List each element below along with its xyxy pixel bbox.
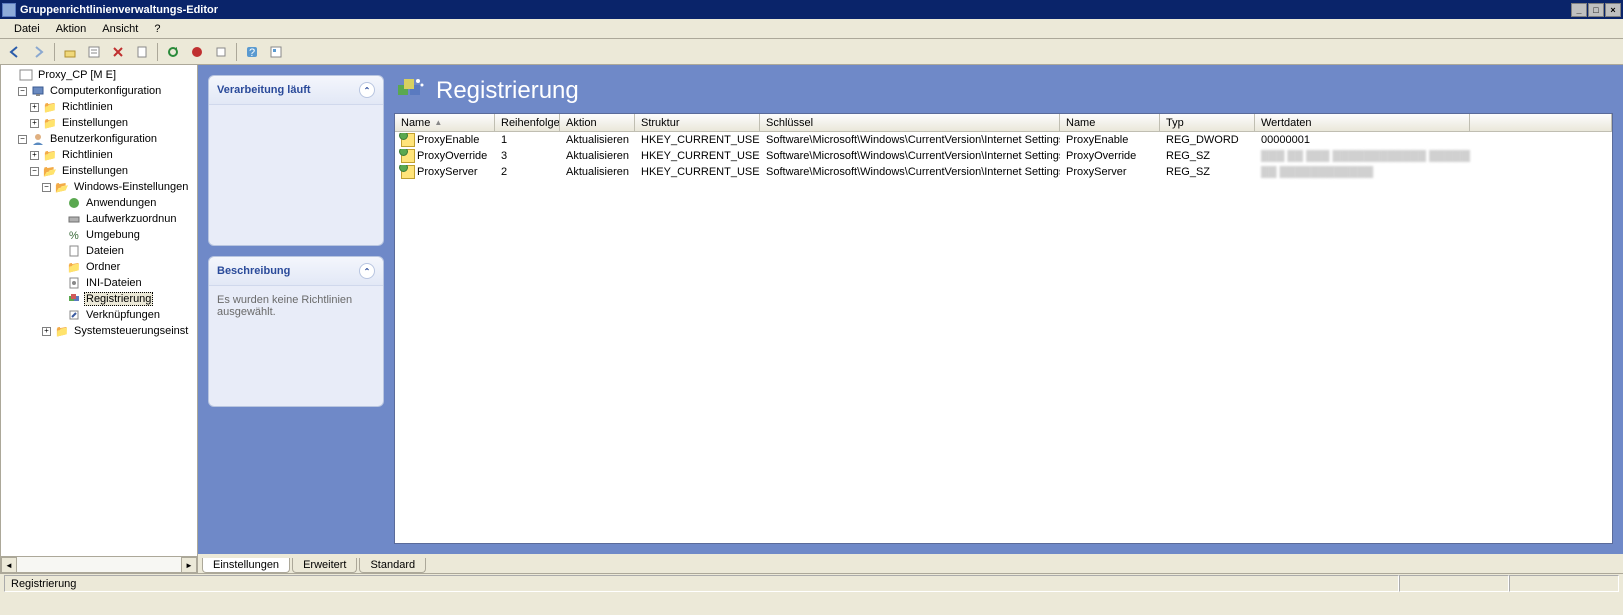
tree-user-settings[interactable]: −📂Einstellungen	[1, 163, 197, 179]
sort-asc-icon: ▲	[434, 118, 442, 127]
delete-icon[interactable]	[107, 41, 129, 63]
tab-settings[interactable]: Einstellungen	[202, 558, 290, 573]
col-name[interactable]: Name▲	[395, 114, 495, 131]
tree-control-panel[interactable]: +📁Systemsteuerungseinst	[1, 323, 197, 339]
refresh-icon[interactable]	[162, 41, 184, 63]
content-pane: Verarbeitung läuft ⌃ Beschreibung ⌃ Es w…	[198, 65, 1623, 554]
tree-shortcuts[interactable]: Verknüpfungen	[1, 307, 197, 323]
status-text: Registrierung	[4, 575, 1399, 592]
col-key[interactable]: Schlüssel	[760, 114, 1060, 131]
toolbar: ?	[0, 39, 1623, 65]
tab-standard[interactable]: Standard	[359, 558, 426, 573]
table-row[interactable]: ProxyOverride3AktualisierenHKEY_CURRENT_…	[395, 148, 1612, 164]
tree-environment[interactable]: %Umgebung	[1, 227, 197, 243]
menu-bar: Datei Aktion Ansicht ?	[0, 19, 1623, 39]
properties-icon[interactable]	[131, 41, 153, 63]
tree-hscrollbar[interactable]: ◄ ►	[1, 556, 197, 572]
col-hive[interactable]: Struktur	[635, 114, 760, 131]
col-data[interactable]: Wertdaten	[1255, 114, 1470, 131]
menu-view[interactable]: Ansicht	[94, 21, 146, 37]
tree-panel: Proxy_CP [M E] −Computerkonfiguration +📁…	[0, 65, 198, 573]
processing-card: Verarbeitung läuft ⌃	[208, 75, 384, 246]
tree-drivemaps[interactable]: Laufwerkzuordnun	[1, 211, 197, 227]
svg-text:%: %	[69, 230, 79, 242]
minimize-button[interactable]: _	[1571, 3, 1587, 17]
description-title: Beschreibung	[217, 265, 290, 277]
status-cell-3	[1509, 575, 1619, 592]
tree-user-policies[interactable]: +📁Richtlinien	[1, 147, 197, 163]
forward-button[interactable]	[28, 41, 50, 63]
app-icon	[2, 3, 16, 17]
collapse-icon[interactable]: ⌃	[359, 82, 375, 98]
registry-item-icon	[401, 149, 415, 163]
collapse-icon[interactable]: ⌃	[359, 263, 375, 279]
description-body: Es wurden keine Richtlinien ausgewählt.	[209, 286, 383, 406]
processing-title: Verarbeitung läuft	[217, 84, 311, 96]
col-order[interactable]: Reihenfolge	[495, 114, 560, 131]
svg-text:?: ?	[249, 47, 255, 59]
col-vname[interactable]: Name	[1060, 114, 1160, 131]
registry-item-icon	[401, 133, 415, 147]
menu-help[interactable]: ?	[146, 21, 168, 37]
status-cell-2	[1399, 575, 1509, 592]
pane-header: Registrierung	[394, 75, 1613, 107]
table-row[interactable]: ProxyEnable1AktualisierenHKEY_CURRENT_US…	[395, 132, 1612, 148]
export-icon[interactable]	[210, 41, 232, 63]
registry-icon	[394, 75, 426, 107]
table-header: Name▲ Reihenfolge Aktion Struktur Schlüs…	[395, 114, 1612, 132]
tree-apps[interactable]: Anwendungen	[1, 195, 197, 211]
registry-item-icon	[401, 165, 415, 179]
scroll-right-icon[interactable]: ►	[181, 557, 197, 573]
tree-comp-policies[interactable]: +📁Richtlinien	[1, 99, 197, 115]
status-bar: Registrierung	[0, 573, 1623, 593]
tree-windows-settings[interactable]: −📂Windows-Einstellungen	[1, 179, 197, 195]
stop-icon[interactable]	[186, 41, 208, 63]
col-type[interactable]: Typ	[1160, 114, 1255, 131]
maximize-button[interactable]: □	[1588, 3, 1604, 17]
tree-ini[interactable]: INI-Dateien	[1, 275, 197, 291]
tree-root[interactable]: Proxy_CP [M E]	[1, 67, 197, 83]
col-spacer	[1470, 114, 1612, 131]
pane-title: Registrierung	[436, 77, 579, 105]
window-title: Gruppenrichtlinienverwaltungs-Editor	[20, 4, 1570, 16]
list-icon[interactable]	[83, 41, 105, 63]
scroll-left-icon[interactable]: ◄	[1, 557, 17, 573]
description-card: Beschreibung ⌃ Es wurden keine Richtlini…	[208, 256, 384, 407]
bottom-tabs: Einstellungen Erweitert Standard	[198, 554, 1623, 573]
registry-table: Name▲ Reihenfolge Aktion Struktur Schlüs…	[394, 113, 1613, 544]
help-icon[interactable]: ?	[241, 41, 263, 63]
tree-comp-settings[interactable]: +📁Einstellungen	[1, 115, 197, 131]
col-action[interactable]: Aktion	[560, 114, 635, 131]
tree-user-config[interactable]: −Benutzerkonfiguration	[1, 131, 197, 147]
tree-files[interactable]: Dateien	[1, 243, 197, 259]
title-bar: Gruppenrichtlinienverwaltungs-Editor _ □…	[0, 0, 1623, 19]
tree-computer-config[interactable]: −Computerkonfiguration	[1, 83, 197, 99]
options-icon[interactable]	[265, 41, 287, 63]
tree-folders[interactable]: 📁Ordner	[1, 259, 197, 275]
menu-action[interactable]: Aktion	[48, 21, 95, 37]
up-icon[interactable]	[59, 41, 81, 63]
tab-extended[interactable]: Erweitert	[292, 558, 357, 573]
back-button[interactable]	[4, 41, 26, 63]
table-row[interactable]: ProxyServer2AktualisierenHKEY_CURRENT_US…	[395, 164, 1612, 180]
close-button[interactable]: ×	[1605, 3, 1621, 17]
menu-file[interactable]: Datei	[6, 21, 48, 37]
tree-registry[interactable]: Registrierung	[1, 291, 197, 307]
